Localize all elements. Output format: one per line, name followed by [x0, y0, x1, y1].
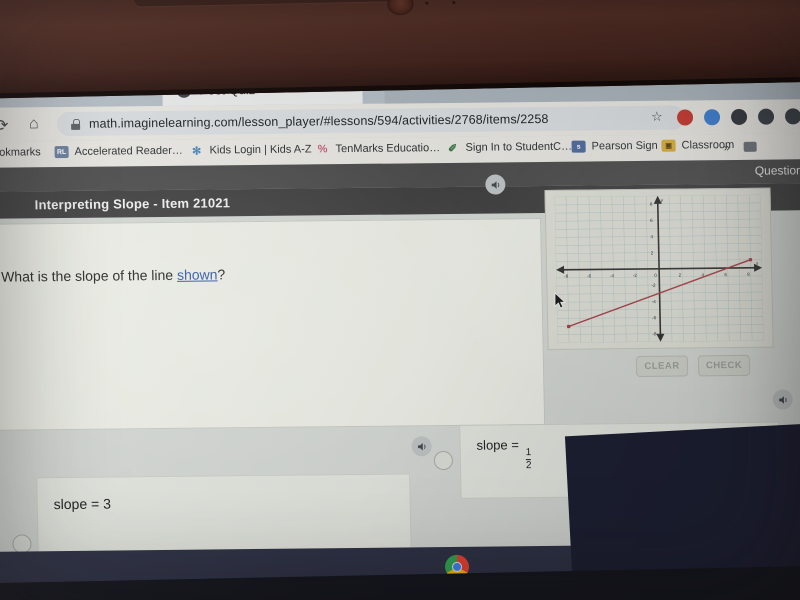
svg-text:0: 0: [654, 273, 657, 278]
svg-text:-8: -8: [564, 274, 569, 279]
home-icon[interactable]: ⌂: [29, 115, 39, 133]
question-text-prefix: What is the slope of the line: [0, 266, 178, 285]
bookmark-favicon: ✐: [447, 142, 458, 155]
check-button[interactable]: CHECK: [697, 354, 751, 377]
bookmark-label: Accelerated Reader…: [74, 144, 183, 158]
lock-icon: [71, 118, 80, 129]
bookmark-favicon: s: [571, 140, 586, 153]
mic-hole: [452, 1, 456, 5]
svg-text:-4: -4: [610, 273, 615, 278]
svg-text:-6: -6: [587, 273, 592, 278]
glossary-link-shown[interactable]: shown: [177, 266, 218, 282]
svg-text:-2: -2: [651, 283, 656, 288]
svg-text:2: 2: [651, 250, 654, 255]
mouse-cursor: [554, 292, 567, 315]
extension-icon-4[interactable]: [757, 108, 775, 125]
answer-a-prefix: slope =: [53, 495, 104, 513]
bookmark-item-tenmarks[interactable]: % TenMarks Educatio…: [316, 142, 441, 155]
svg-text:-2: -2: [633, 273, 638, 278]
question-text: What is the slope of the line shown?: [1, 266, 225, 284]
bookmark-folder-icon[interactable]: [743, 141, 757, 152]
webcam-icon: [387, 0, 414, 16]
clear-button[interactable]: CLEAR: [635, 355, 689, 378]
svg-text:-6: -6: [652, 315, 657, 320]
speaker-icon-prompt[interactable]: [485, 174, 506, 195]
svg-text:-8: -8: [652, 331, 657, 336]
speaker-grille: [134, 0, 405, 7]
bookmark-label: TenMarks Educatio…: [335, 142, 441, 156]
answer-b-prefix: slope =: [476, 437, 523, 453]
graph-card: -8 -6 -4 -2 0 2 4 6 8 -8 -6 -4 -2 2 4 6 8 x y: [544, 187, 774, 350]
bookmark-item-accelerated-reader[interactable]: RL Accelerated Reader…: [54, 144, 183, 159]
svg-text:6: 6: [650, 218, 653, 223]
bookmark-label: Sign In to StudentC…: [465, 140, 573, 154]
svg-text:8: 8: [747, 272, 750, 277]
bookmark-item-pearson[interactable]: s Pearson Sign In: [571, 139, 671, 153]
fraction-numerator: 1: [525, 446, 532, 459]
answer-a-value: 3: [102, 495, 112, 512]
laptop-photo: w ✕ Post Quiz ✕ + ⟳ ⌂ math.imaginelearni…: [0, 0, 800, 600]
svg-text:-4: -4: [652, 299, 657, 304]
svg-text:6: 6: [724, 272, 727, 277]
extension-icon-1[interactable]: [676, 109, 694, 126]
speaker-icon-choice-a[interactable]: [411, 436, 432, 457]
bookmark-favicon: ✻: [191, 145, 202, 158]
fraction-denominator: 2: [525, 459, 532, 472]
svg-text:4: 4: [650, 234, 653, 239]
bookmark-item-kids-az[interactable]: ✻ Kids Login | Kids A-Z: [190, 143, 312, 158]
bookmark-label: Kids Login | Kids A-Z: [209, 143, 312, 157]
mic-hole: [425, 1, 429, 5]
bookmark-item-edu[interactable]: du bookmarks: [0, 146, 41, 159]
question-prompt-card: What is the slope of the line shown?: [0, 218, 546, 431]
bookmark-favicon: RL: [54, 145, 69, 159]
svg-text:x: x: [755, 261, 759, 266]
bookmarks-overflow-icon[interactable]: »: [724, 142, 730, 154]
coordinate-graph: -8 -6 -4 -2 0 2 4 6 8 -8 -6 -4 -2 2 4 6 8 x y: [554, 194, 764, 344]
page-title: Interpreting Slope - Item 21021: [34, 195, 231, 213]
quiz-actions: CLEAR CHECK: [635, 354, 776, 380]
svg-text:8: 8: [650, 202, 653, 207]
url-text: math.imaginelearning.com/lesson_player/#…: [88, 111, 549, 131]
bookmark-favicon: %: [317, 143, 328, 156]
bookmark-star-icon[interactable]: ☆: [651, 109, 663, 125]
question-counter: Question 3 of: [754, 163, 800, 178]
svg-text:y: y: [660, 198, 664, 203]
bookmark-item-studentc[interactable]: ✐ Sign In to StudentC…: [446, 140, 573, 155]
speaker-icon-choice-b[interactable]: [772, 389, 793, 410]
bookmark-label: Pearson Sign In: [591, 139, 671, 153]
bookmark-label: du bookmarks: [0, 146, 41, 159]
extension-icon-2[interactable]: [703, 109, 721, 126]
address-bar[interactable]: math.imaginelearning.com/lesson_player/#…: [56, 105, 686, 137]
svg-text:2: 2: [679, 273, 682, 278]
bookmark-favicon: ▣: [661, 139, 676, 152]
answer-choice-b-label: slope = 12: [476, 437, 531, 471]
extension-icon-5[interactable]: [784, 108, 800, 125]
reload-icon[interactable]: ⟳: [0, 116, 9, 136]
fraction-one-half: 12: [525, 446, 532, 472]
extension-icon-3[interactable]: [730, 108, 748, 126]
question-text-suffix: ?: [217, 266, 226, 283]
answer-choice-a-label: slope = 3: [54, 496, 112, 513]
radio-button-choice-b[interactable]: [433, 450, 454, 471]
